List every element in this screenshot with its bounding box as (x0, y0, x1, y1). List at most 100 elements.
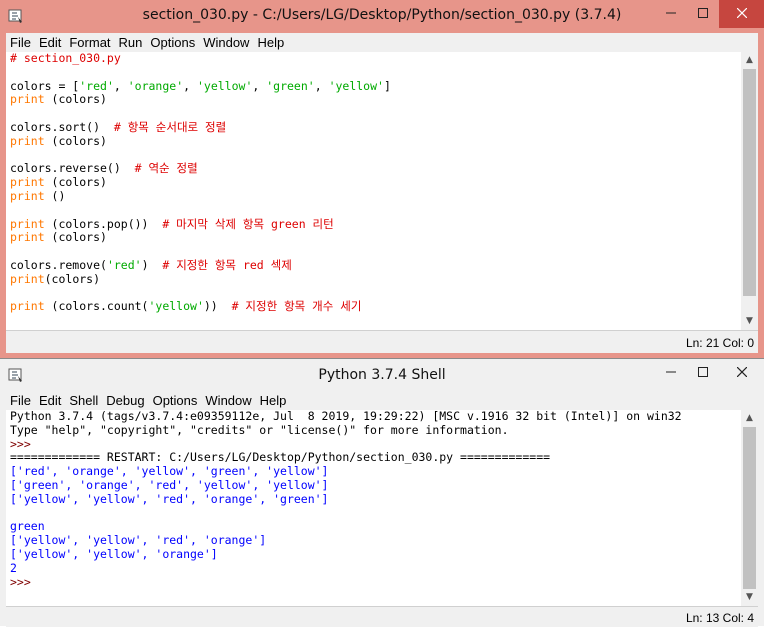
code-comment: # 항목 순서대로 정렬 (113, 119, 227, 134)
keyword: print (10, 216, 45, 231)
scroll-down-icon[interactable]: ▼ (741, 589, 758, 606)
keyword: print (10, 175, 45, 190)
code-text: () (44, 188, 66, 203)
code-text: colors.sort() (10, 119, 114, 134)
code-text: , (252, 78, 267, 93)
code-text: )) (203, 299, 232, 314)
code-text: (colors) (44, 271, 101, 286)
menu-format[interactable]: Format (65, 33, 114, 51)
code-comment: # 역순 정렬 (134, 161, 198, 176)
output-line: 2 (10, 560, 17, 575)
cursor-position: Ln: 21 Col: 0 (685, 336, 754, 350)
code-text: (colors) (44, 175, 107, 190)
scrollbar-thumb[interactable] (743, 69, 756, 296)
shell-banner: Type "help", "copyright", "credits" or "… (10, 422, 509, 437)
keyword: print (10, 92, 45, 107)
window-title: Python 3.7.4 Shell (318, 367, 446, 383)
string-literal: 'red' (79, 78, 114, 93)
string-literal: 'orange' (127, 78, 184, 93)
code-text: , (183, 78, 197, 93)
string-literal: 'yellow' (148, 299, 204, 314)
scroll-up-icon[interactable]: ▲ (741, 52, 758, 69)
minimize-button[interactable] (655, 0, 687, 28)
close-icon (736, 366, 747, 378)
menu-options[interactable]: Options (149, 391, 202, 409)
code-text: ) (141, 257, 163, 272)
close-button[interactable] (719, 359, 764, 387)
menu-window[interactable]: Window (201, 391, 255, 409)
code-text: ] (383, 78, 391, 93)
output-line: ['yellow', 'yellow', 'red', 'orange'] (10, 533, 267, 548)
menu-run[interactable]: Run (115, 33, 147, 51)
keyword: print (10, 271, 45, 286)
code-text: (colors) (44, 133, 107, 148)
minimize-icon (666, 12, 676, 14)
code-comment: # 지정한 항목 red 섹제 (162, 257, 292, 272)
code-text: (colors.pop()) (44, 216, 163, 231)
shell-titlebar[interactable]: Python 3.7.4 Shell (0, 359, 764, 391)
scroll-down-icon[interactable]: ▼ (741, 313, 758, 330)
shell-output[interactable]: Python 3.7.4 (tags/v3.7.4:e09359112e, Ju… (6, 410, 741, 606)
keyword: print (10, 230, 45, 245)
menu-file[interactable]: File (6, 33, 35, 51)
code-text: , (113, 78, 128, 93)
string-literal: 'yellow' (328, 78, 384, 93)
code-comment: # 마지막 삭제 항목 green 리턴 (162, 216, 334, 231)
maximize-button[interactable] (687, 359, 719, 387)
keyword: print (10, 188, 45, 203)
code-text: , (314, 78, 329, 93)
code-editor[interactable]: # section_030.py colors = ['red', 'orang… (6, 52, 741, 330)
shell-window: Python 3.7.4 Shell File Edit Shell Debug Opt… (0, 358, 764, 627)
code-text: (colors.count( (44, 299, 149, 314)
code-text: (colors) (44, 92, 107, 107)
output-line: ['yellow', 'yellow', 'orange'] (10, 546, 218, 561)
menu-window[interactable]: Window (199, 33, 253, 51)
output-line: ['red', 'orange', 'yellow', 'green', 'ye… (10, 464, 329, 479)
string-literal: 'red' (106, 257, 142, 272)
menu-help[interactable]: Help (256, 391, 291, 409)
minimize-button[interactable] (655, 359, 687, 387)
shell-prompt: >>> (10, 574, 38, 589)
editor-statusbar: Ln: 21 Col: 0 (6, 330, 758, 353)
menu-debug[interactable]: Debug (102, 391, 148, 409)
string-literal: 'green' (266, 78, 315, 93)
editor-menubar: File Edit Format Run Options Window Help (6, 33, 758, 52)
editor-scrollbar[interactable]: ▲ ▼ (741, 52, 758, 330)
output-line: green (10, 519, 45, 534)
maximize-button[interactable] (687, 0, 719, 28)
close-icon (736, 7, 747, 19)
restart-line: ============= RESTART: C:/Users/LG/Deskt… (10, 450, 551, 465)
shell-prompt: >>> (10, 436, 38, 451)
maximize-icon (698, 8, 708, 18)
output-line: ['yellow', 'yellow', 'red', 'orange', 'g… (10, 491, 329, 506)
menu-edit[interactable]: Edit (35, 391, 65, 409)
editor-titlebar[interactable]: section_030.py - C:/Users/LG/Desktop/Pyt… (0, 0, 764, 33)
menu-options[interactable]: Options (146, 33, 199, 51)
code-text: (colors) (44, 230, 107, 245)
shell-scrollbar[interactable]: ▲ ▼ (741, 410, 758, 606)
close-button[interactable] (719, 0, 764, 28)
maximize-icon (698, 367, 708, 377)
code-text: colors = [ (10, 78, 80, 93)
menu-edit[interactable]: Edit (35, 33, 65, 51)
shell-statusbar: Ln: 13 Col: 4 (6, 606, 758, 627)
keyword: print (10, 299, 45, 314)
scroll-up-icon[interactable]: ▲ (741, 410, 758, 427)
minimize-icon (666, 371, 676, 373)
string-literal: 'yellow' (196, 78, 253, 93)
code-text: colors.reverse() (10, 161, 135, 176)
output-line: ['green', 'orange', 'red', 'yellow', 'ye… (10, 477, 329, 492)
code-text: colors.remove( (10, 257, 107, 272)
menu-file[interactable]: File (6, 391, 35, 409)
shell-menubar: File Edit Shell Debug Options Window Help (6, 391, 758, 410)
cursor-position: Ln: 13 Col: 4 (685, 611, 754, 625)
editor-window: section_030.py - C:/Users/LG/Desktop/Pyt… (0, 0, 764, 358)
keyword: print (10, 133, 45, 148)
window-title: section_030.py - C:/Users/LG/Desktop/Pyt… (142, 7, 622, 23)
shell-banner: Python 3.7.4 (tags/v3.7.4:e09359112e, Ju… (10, 410, 682, 423)
code-comment: # section_030.py (10, 52, 121, 65)
scrollbar-thumb[interactable] (743, 427, 756, 589)
menu-shell[interactable]: Shell (65, 391, 102, 409)
code-comment: # 지정한 항목 개수 세기 (231, 299, 362, 314)
menu-help[interactable]: Help (253, 33, 288, 51)
